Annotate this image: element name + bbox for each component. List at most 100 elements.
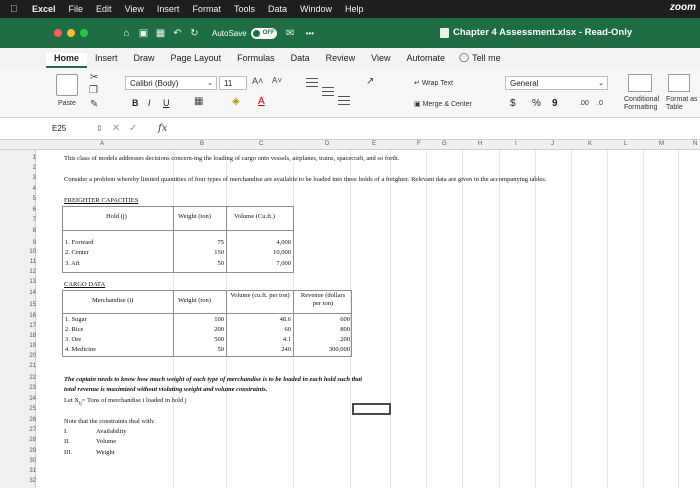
- font-size-select[interactable]: 11: [219, 76, 247, 90]
- row-header[interactable]: 22: [26, 375, 36, 381]
- row-header[interactable]: 5: [26, 196, 36, 202]
- cargo-revenue[interactable]: 800: [306, 326, 350, 333]
- row-header[interactable]: 10: [26, 249, 36, 255]
- more-commands-button[interactable]: •••: [306, 29, 314, 38]
- column-header[interactable]: A: [100, 141, 104, 147]
- cargo-volume[interactable]: 60: [256, 326, 292, 333]
- freighter-header-weight[interactable]: Weight (ton): [178, 213, 211, 220]
- comma-format-button[interactable]: 9: [552, 98, 558, 109]
- cargo-weight[interactable]: 500: [196, 336, 224, 343]
- mail-icon[interactable]: ✉: [285, 28, 296, 39]
- font-name-select[interactable]: Calibri (Body) ⌄: [125, 76, 217, 90]
- column-header[interactable]: D: [325, 141, 329, 147]
- row-header[interactable]: 3: [26, 175, 36, 181]
- row-header[interactable]: 26: [26, 417, 36, 423]
- tell-me-search[interactable]: ◯ Tell me: [459, 52, 501, 68]
- constraint-num[interactable]: III.: [64, 449, 72, 456]
- menu-app[interactable]: Excel: [32, 4, 56, 14]
- cargo-revenue[interactable]: 200: [306, 336, 350, 343]
- menu-data[interactable]: Data: [268, 4, 287, 14]
- cargo-revenue[interactable]: 600: [306, 316, 350, 323]
- freighter-weight[interactable]: 75: [196, 239, 225, 246]
- menu-tools[interactable]: Tools: [234, 4, 255, 14]
- open-folder-icon[interactable]: ▣: [138, 28, 149, 39]
- row-header[interactable]: 16: [26, 313, 36, 319]
- row-header[interactable]: 14: [26, 290, 36, 296]
- column-header[interactable]: H: [478, 141, 482, 147]
- row-header[interactable]: 18: [26, 333, 36, 339]
- freighter-hold[interactable]: 2. Center: [65, 249, 89, 256]
- align-top-icon[interactable]: [306, 78, 318, 87]
- row-header[interactable]: 19: [26, 343, 36, 349]
- row-header[interactable]: 8: [26, 228, 36, 234]
- freighter-weight[interactable]: 150: [196, 249, 224, 256]
- apple-icon[interactable]: : [10, 4, 22, 15]
- cargo-header-merchandise[interactable]: Merchandise (i): [92, 297, 133, 304]
- cargo-header-volume[interactable]: Volume (cu.ft. per ton): [229, 292, 291, 300]
- row-header[interactable]: 11: [26, 259, 36, 265]
- column-header[interactable]: J: [551, 141, 554, 147]
- intro-text[interactable]: This class of models addresses decisions…: [64, 155, 399, 162]
- column-header[interactable]: I: [515, 141, 517, 147]
- column-header[interactable]: B: [200, 141, 204, 147]
- decrease-font-size-button[interactable]: A˅: [272, 76, 282, 85]
- cargo-weight[interactable]: 100: [196, 316, 224, 323]
- tab-data[interactable]: Data: [283, 53, 318, 68]
- formula-input[interactable]: [172, 121, 692, 137]
- zoom-window-button[interactable]: [80, 29, 88, 37]
- cargo-revenue[interactable]: 300,000: [306, 346, 350, 353]
- confirm-entry-icon[interactable]: ✓: [129, 123, 137, 134]
- tab-formulas[interactable]: Formulas: [229, 53, 283, 68]
- zoom-app-label[interactable]: zoom: [670, 2, 696, 13]
- row-header[interactable]: 9: [26, 240, 36, 246]
- autosave-toggle[interactable]: OFF: [250, 27, 277, 39]
- tab-view[interactable]: View: [363, 53, 398, 68]
- constraints-note[interactable]: Note that the constraints deal with:: [64, 418, 155, 425]
- column-header[interactable]: M: [659, 141, 664, 147]
- menu-edit[interactable]: Edit: [96, 4, 112, 14]
- row-header[interactable]: 20: [26, 353, 36, 359]
- menu-view[interactable]: View: [125, 4, 144, 14]
- row-header[interactable]: 21: [26, 363, 36, 369]
- column-header[interactable]: C: [259, 141, 263, 147]
- column-header[interactable]: N: [693, 141, 697, 147]
- percent-format-button[interactable]: %: [532, 98, 541, 109]
- name-box-stepper-icon[interactable]: ⇕: [96, 124, 103, 133]
- constraint-label[interactable]: Volume: [96, 438, 116, 445]
- tab-insert[interactable]: Insert: [87, 53, 126, 68]
- constraint-num[interactable]: I.: [64, 428, 68, 435]
- paste-icon[interactable]: [56, 74, 78, 96]
- increase-font-size-button[interactable]: A˄: [252, 76, 263, 86]
- home-icon[interactable]: ⌂: [121, 28, 132, 39]
- row-header[interactable]: 13: [26, 279, 36, 285]
- column-header[interactable]: E: [372, 141, 376, 147]
- paste-button[interactable]: Paste: [58, 100, 76, 107]
- constraint-label[interactable]: Weight: [96, 449, 115, 456]
- row-header[interactable]: 7: [26, 217, 36, 223]
- currency-format-button[interactable]: $: [510, 98, 516, 109]
- format-painter-icon[interactable]: ✎: [90, 99, 98, 110]
- worksheet-grid[interactable]: This class of models addresses decisions…: [36, 150, 700, 488]
- conditional-formatting-button[interactable]: Conditional Formatting: [624, 96, 662, 112]
- row-header[interactable]: 28: [26, 437, 36, 443]
- row-header[interactable]: 25: [26, 406, 36, 412]
- row-header[interactable]: 1: [26, 155, 36, 161]
- cargo-volume[interactable]: 4.1: [256, 336, 291, 343]
- row-header[interactable]: 27: [26, 427, 36, 433]
- font-color-icon[interactable]: A: [258, 96, 265, 107]
- freighter-hold[interactable]: 1. Forward: [65, 239, 94, 246]
- cargo-item[interactable]: 2. Rice: [65, 326, 83, 333]
- cargo-header-weight[interactable]: Weight (ton): [178, 297, 211, 304]
- menu-insert[interactable]: Insert: [157, 4, 180, 14]
- cargo-header-revenue[interactable]: Revenue (dollars per ton): [296, 292, 350, 308]
- freighter-volume[interactable]: 10,000: [246, 249, 291, 256]
- tab-automate[interactable]: Automate: [399, 53, 454, 68]
- format-as-table-button[interactable]: Format as Table: [666, 96, 700, 112]
- objective-text[interactable]: total revenue is maximized without viola…: [64, 386, 267, 393]
- row-header[interactable]: 6: [26, 207, 36, 213]
- problem-text[interactable]: Consider a problem whereby limited quant…: [64, 176, 546, 183]
- selected-cell[interactable]: [352, 403, 391, 415]
- number-format-select[interactable]: General ⌄: [505, 76, 608, 90]
- bold-button[interactable]: B: [132, 98, 139, 108]
- variable-definition[interactable]: Let Xij= Tons of merchandise i loaded in…: [64, 397, 187, 406]
